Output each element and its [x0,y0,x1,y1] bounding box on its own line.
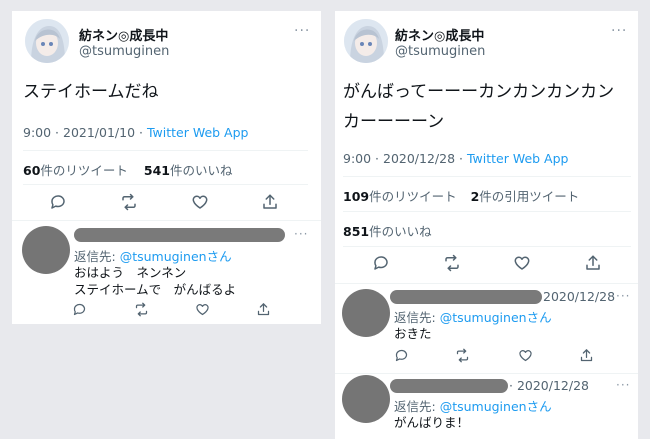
tweet-date[interactable]: 2021/01/10 [63,125,135,140]
redacted-username [74,228,285,242]
divider [23,150,308,151]
display-name[interactable]: 紡ネン◎成長中 [79,25,168,44]
quote-count[interactable]: 2 [471,189,480,204]
retweet-label[interactable]: 件のリツイート [40,163,128,178]
tweet-time: 9:00 [23,125,52,140]
retweet-count[interactable]: 109 [343,189,369,204]
reply-text-line: おはよう ネンネン [74,265,187,280]
share-icon[interactable] [256,302,271,317]
divider [335,283,638,284]
like-icon[interactable] [191,193,209,211]
tweet-stats: 60件のリツイート 541件のいいね [23,160,233,179]
reply-to: 返信先: @tsumuginenさん [74,246,232,265]
retweet-count[interactable]: 60 [23,163,40,178]
reply-text-line: ステイホームで がんばるよ [74,282,237,297]
like-icon[interactable] [195,302,210,317]
tweet-meta: 9:00 · 2020/12/28 · Twitter Web App [343,151,568,166]
left-tweet-panel: 紡ネン◎成長中 @tsumuginen ··· ステイホームだね 9:00 · … [12,11,321,324]
redacted-username [390,379,508,393]
reply-to-suffix: さん [526,399,552,414]
avatar[interactable] [344,19,388,63]
reply-to-handle[interactable]: @tsumuginen [440,399,527,414]
reply-icon[interactable] [49,193,67,211]
tweet-time: 9:00 [343,151,372,166]
share-icon[interactable] [579,348,594,363]
like-label[interactable]: 件のいいね [170,163,233,178]
more-icon[interactable]: ··· [616,378,630,392]
avatar[interactable] [342,375,390,423]
meta-separator: · [455,151,467,166]
divider [343,211,631,212]
reply-icon[interactable] [72,302,87,317]
retweet-icon[interactable] [134,302,149,317]
avatar[interactable] [342,289,390,337]
tweet-source-link[interactable]: Twitter Web App [147,125,249,140]
like-count[interactable]: 851 [343,224,369,239]
tweet-meta: 9:00 · 2021/01/10 · Twitter Web App [23,125,248,140]
reply-to-label: 返信先: [394,310,440,325]
reply-text: がんばりま！ [394,415,470,430]
divider [343,246,631,247]
avatar[interactable] [22,226,70,274]
retweet-icon[interactable] [455,348,470,363]
reply-date[interactable]: · 2020/12/28 [509,378,589,393]
tweet-text-line: カーーーーン [343,112,445,132]
reply-to-label: 返信先: [394,399,440,414]
divider [335,373,638,374]
redacted-username [390,290,542,304]
reply-icon[interactable] [372,254,390,272]
more-icon[interactable]: ··· [616,289,630,303]
like-count[interactable]: 541 [144,163,170,178]
meta-separator: · [51,125,63,140]
tweet-likes: 851件のいいね [343,221,432,240]
avatar[interactable] [25,19,69,63]
retweet-label[interactable]: 件のリツイート [369,189,457,204]
retweet-icon[interactable] [443,254,461,272]
reply-to-handle[interactable]: @tsumuginen [440,310,527,325]
user-handle[interactable]: @tsumuginen [395,44,485,59]
reply-to-label: 返信先: [74,249,120,264]
tweet-date[interactable]: 2020/12/28 [383,151,455,166]
tweet-stats: 109件のリツイート 2件の引用ツイート [343,186,579,205]
reply-date[interactable]: 2020/12/28 [543,289,615,304]
share-icon[interactable] [584,254,602,272]
divider [23,184,308,185]
reply-to-handle[interactable]: @tsumuginen [120,249,207,264]
quote-label[interactable]: 件の引用ツイート [479,189,579,204]
reply-text: おきた [394,326,432,341]
more-icon[interactable]: ··· [294,23,310,39]
like-icon[interactable] [518,348,533,363]
meta-separator: · [371,151,383,166]
more-icon[interactable]: ··· [611,23,627,39]
reply-to-suffix: さん [206,249,232,264]
like-label[interactable]: 件のいいね [369,224,432,239]
reply-to: 返信先: @tsumuginenさん [394,307,552,326]
divider [343,176,631,177]
like-icon[interactable] [513,254,531,272]
user-handle[interactable]: @tsumuginen [79,44,169,59]
meta-separator: · [135,125,147,140]
reply-icon[interactable] [394,348,409,363]
display-name[interactable]: 紡ネン◎成長中 [395,25,484,44]
right-tweet-panel: 紡ネン◎成長中 @tsumuginen ··· がんばってーーーカンカンカンカン… [335,11,638,439]
divider [12,220,321,221]
tweet-source-link[interactable]: Twitter Web App [467,151,569,166]
tweet-text: ステイホームだね [23,82,159,102]
more-icon[interactable]: ··· [294,227,308,241]
tweet-text-line: がんばってーーーカンカンカンカン [343,82,615,102]
reply-to-suffix: さん [526,310,552,325]
reply-to: 返信先: @tsumuginenさん [394,396,552,415]
share-icon[interactable] [261,193,279,211]
retweet-icon[interactable] [120,193,138,211]
